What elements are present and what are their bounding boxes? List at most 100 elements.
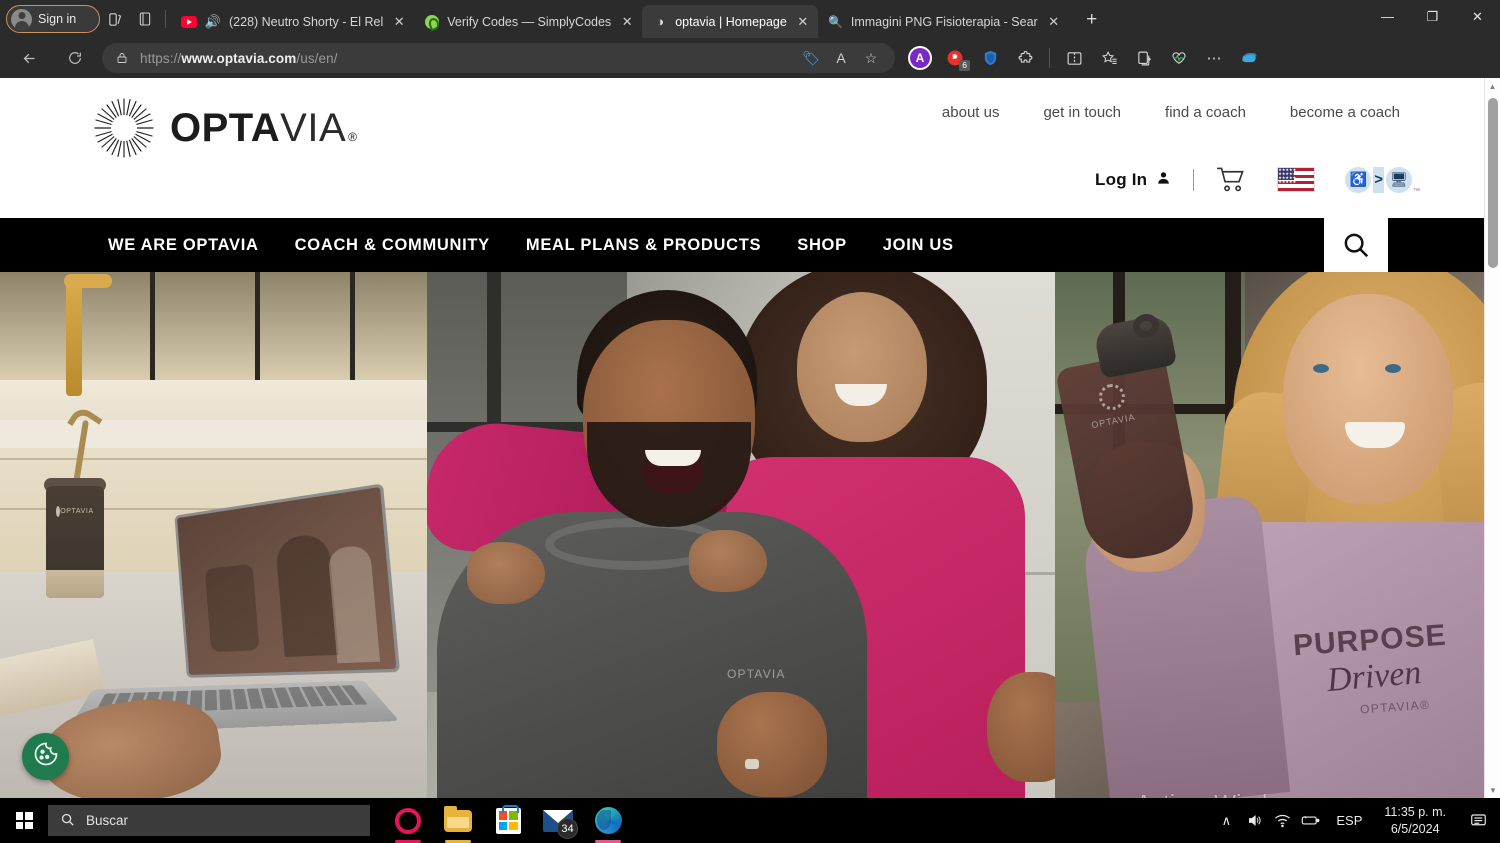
tab-audio-icon[interactable]: 🔊 xyxy=(204,14,222,30)
tab-strip: Sign in 🔊 (228) Neutro Shorty - El Rel ✕ xyxy=(0,0,1500,38)
copilot-icon[interactable] xyxy=(1232,43,1266,73)
settings-more-icon[interactable]: ⋯ xyxy=(1197,43,1231,73)
taskbar-file-explorer-icon[interactable] xyxy=(436,798,480,843)
address-bar-row: https://www.optavia.com/us/en/ 🏷 A ☆ A 6 xyxy=(0,38,1500,78)
tab-title: (228) Neutro Shorty - El Rel xyxy=(229,14,384,29)
sign-in-label: Sign in xyxy=(38,12,77,26)
us-flag-icon[interactable]: ★ ★ ★ ★ ★ ★ ★ ★ ★ ★ ★ ★ ★ ★ ★ ★ ★ ★ ★ ★ xyxy=(1277,167,1316,192)
clock[interactable]: 11:35 p. m. 6/5/2024 xyxy=(1374,804,1456,838)
taskbar-microsoft-edge-icon[interactable] xyxy=(586,798,630,843)
mainnav-we-are-optavia[interactable]: WE ARE OPTAVIA xyxy=(108,236,259,255)
monitor-icon: 🖥 xyxy=(1386,166,1412,193)
tab-close-icon[interactable]: ✕ xyxy=(390,13,408,31)
simplycodes-icon xyxy=(424,14,440,30)
address-bar[interactable]: https://www.optavia.com/us/en/ 🏷 A ☆ xyxy=(102,43,895,73)
taskbar-apps: 34 xyxy=(386,798,630,843)
tab-close-icon[interactable]: ✕ xyxy=(794,13,812,31)
search-button[interactable] xyxy=(1324,218,1388,272)
chevron-right-icon: > xyxy=(1373,166,1384,193)
wordmark-opta: OPTA xyxy=(170,106,281,150)
performance-icon[interactable] xyxy=(1162,43,1196,73)
cookie-consent-button[interactable] xyxy=(22,733,69,780)
adblock-icon[interactable]: 6 xyxy=(938,43,972,73)
language-indicator[interactable]: ESP xyxy=(1324,813,1374,828)
browser-essentials-icon[interactable] xyxy=(130,5,160,33)
taskbar-microsoft-store-icon[interactable] xyxy=(486,798,530,843)
tab-simplycodes[interactable]: Verify Codes — SimplyCodes ✕ xyxy=(414,5,642,38)
shopping-tag-icon[interactable]: 🏷 xyxy=(797,45,825,71)
bing-search-icon: 🔍 xyxy=(828,14,844,29)
page-scrollbar[interactable]: ▲ ▼ xyxy=(1484,78,1500,798)
toolbar-divider xyxy=(1049,48,1050,68)
wheelchair-icon: ♿ xyxy=(1345,166,1372,193)
favorites-icon[interactable] xyxy=(1092,43,1126,73)
close-button[interactable]: ✕ xyxy=(1455,0,1500,33)
tumbler-logo: OPTAVIA xyxy=(56,506,94,517)
tab-optavia[interactable]: ◑ optavia | Homepage ✕ xyxy=(642,5,818,38)
window-controls: — ❐ ✕ xyxy=(1365,0,1500,33)
windows-taskbar: Buscar 34 ∧ ESP 11:35 p. m. 6/5/2024 xyxy=(0,798,1500,843)
tab-youtube[interactable]: 🔊 (228) Neutro Shorty - El Rel ✕ xyxy=(171,5,414,38)
show-hidden-icons-chevron[interactable]: ∧ xyxy=(1212,798,1240,843)
tab-close-icon[interactable]: ✕ xyxy=(1045,13,1063,31)
mainnav-coach-community[interactable]: COACH & COMMUNITY xyxy=(295,236,490,255)
taskbar-opera-icon[interactable] xyxy=(386,798,430,843)
notifications-icon[interactable] xyxy=(1456,798,1500,843)
lock-icon xyxy=(116,51,128,65)
optavia-logo[interactable]: OPTA VIA ® xyxy=(92,96,357,160)
scroll-down-arrow[interactable]: ▼ xyxy=(1485,782,1500,798)
optavia-icon: ◑ xyxy=(656,14,665,29)
read-aloud-icon[interactable]: A xyxy=(827,45,855,71)
nav-become-a-coach[interactable]: become a coach xyxy=(1290,104,1400,121)
nav-find-a-coach[interactable]: find a coach xyxy=(1165,104,1246,121)
tab-divider xyxy=(165,10,166,28)
accessibility-icon[interactable]: ♿ > 🖥 ™ xyxy=(1345,166,1420,195)
shopping-cart-icon[interactable] xyxy=(1216,166,1247,193)
mainnav-join-us[interactable]: JOIN US xyxy=(883,236,954,255)
nav-get-in-touch[interactable]: get in touch xyxy=(1043,104,1121,121)
collections-icon[interactable] xyxy=(1127,43,1161,73)
reload-button[interactable] xyxy=(58,43,92,73)
mainnav-meal-plans-products[interactable]: MEAL PLANS & PRODUCTS xyxy=(526,236,761,255)
nav-about-us[interactable]: about us xyxy=(942,104,1000,121)
battery-icon[interactable] xyxy=(1296,798,1324,843)
optavia-homepage: OPTA VIA ® about us get in touch find a co… xyxy=(0,78,1484,798)
trademark-symbol: ® xyxy=(348,130,358,144)
minimize-button[interactable]: — xyxy=(1365,0,1410,33)
search-icon xyxy=(60,812,75,830)
vpn-shield-icon[interactable] xyxy=(973,43,1007,73)
back-button[interactable] xyxy=(12,43,46,73)
shirt-logo: OPTAVIA xyxy=(727,667,786,681)
page-viewport: OPTA VIA ® about us get in touch find a co… xyxy=(0,78,1500,798)
hero-pane-woman-with-shaker[interactable]: PURPOSE Driven OPTAVIA® OPTAVIA xyxy=(1055,272,1484,798)
log-in-button[interactable]: Log In xyxy=(1095,170,1171,190)
tab-close-icon[interactable]: ✕ xyxy=(618,13,636,31)
tab-title: Verify Codes — SimplyCodes xyxy=(447,14,612,29)
hero-pane-kitchen-laptop[interactable]: OPTAVIA xyxy=(0,272,427,798)
taskbar-mail-icon[interactable]: 34 xyxy=(536,798,580,843)
restore-button[interactable]: ❐ xyxy=(1410,0,1455,33)
mainnav-shop[interactable]: SHOP xyxy=(797,236,847,255)
hero-pane-couple-laughing[interactable]: OPTAVIA xyxy=(427,272,1055,798)
volume-icon[interactable] xyxy=(1240,798,1268,843)
utility-nav: about us get in touch find a coach becom… xyxy=(942,104,1400,121)
adblock-badge: 6 xyxy=(959,60,970,71)
main-navigation: WE ARE OPTAVIA COACH & COMMUNITY MEAL PL… xyxy=(0,218,1484,272)
windows-start-icon[interactable] xyxy=(0,798,48,843)
new-tab-button[interactable]: + xyxy=(1077,6,1107,34)
site-header: OPTA VIA ® about us get in touch find a co… xyxy=(0,78,1484,218)
tab-title: optavia | Homepage xyxy=(675,14,787,29)
extensions-icon[interactable] xyxy=(1008,43,1042,73)
cookie-icon xyxy=(32,740,60,773)
mail-badge: 34 xyxy=(557,818,578,839)
scroll-up-arrow[interactable]: ▲ xyxy=(1485,78,1500,94)
taskbar-search-input[interactable]: Buscar xyxy=(48,805,370,836)
profile-avatar[interactable]: A xyxy=(903,43,937,73)
add-favorite-icon[interactable]: ☆ xyxy=(857,45,885,71)
collections-icon[interactable] xyxy=(100,5,130,33)
sign-in-button[interactable]: Sign in xyxy=(6,5,100,33)
tab-bing-images[interactable]: 🔍 Immagini PNG Fisioterapia - Sear ✕ xyxy=(818,5,1069,38)
scrollbar-thumb[interactable] xyxy=(1488,98,1498,268)
wifi-icon[interactable] xyxy=(1268,798,1296,843)
split-screen-icon[interactable] xyxy=(1057,43,1091,73)
